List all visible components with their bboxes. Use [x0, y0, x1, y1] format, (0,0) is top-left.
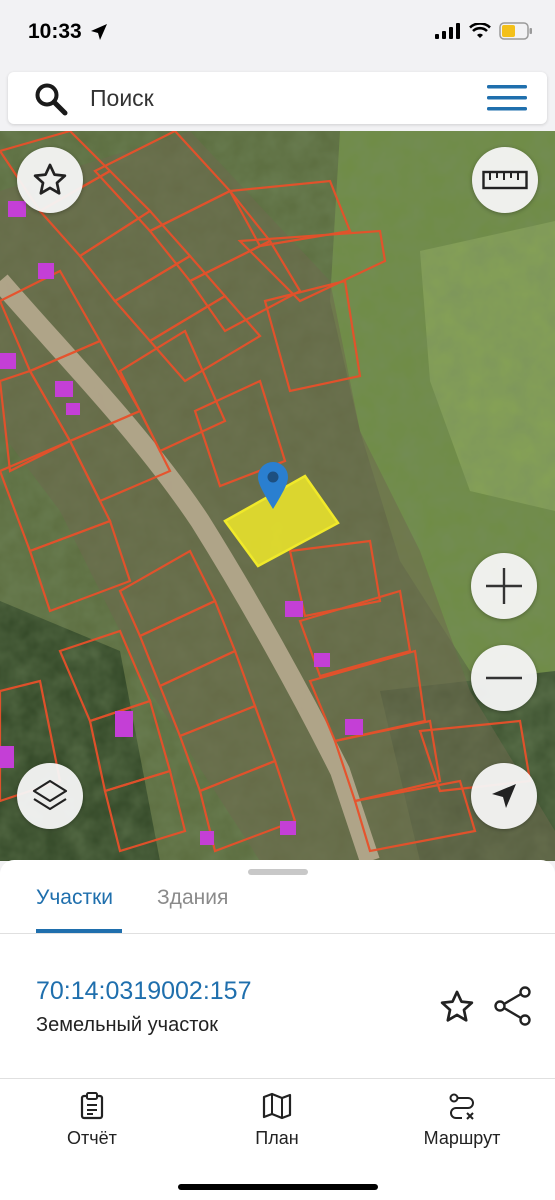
- location-arrow-icon: [91, 24, 107, 40]
- signal-icon: [435, 23, 460, 39]
- favorites-button[interactable]: [17, 147, 83, 213]
- tab-buildings[interactable]: Здания: [157, 886, 228, 910]
- share-icon[interactable]: [494, 986, 532, 1026]
- search-bar[interactable]: Поиск: [8, 72, 547, 124]
- zoom-in-button[interactable]: [471, 553, 537, 619]
- parcel-cadastral-number[interactable]: 70:14:0319002:157: [36, 977, 252, 1006]
- star-icon: [33, 163, 67, 195]
- search-input[interactable]: Поиск: [90, 85, 154, 112]
- satellite-map[interactable]: [0, 131, 555, 861]
- minus-icon: [486, 676, 522, 680]
- add-favorite-icon[interactable]: [437, 988, 477, 1026]
- status-bar: 10:33: [0, 0, 555, 66]
- nav-route[interactable]: Маршрут: [397, 1092, 527, 1149]
- navigation-arrow-icon: [492, 784, 516, 808]
- route-icon: [449, 1093, 474, 1120]
- parcel-info-sheet: Участки Здания 70:14:0319002:157 Земельн…: [0, 860, 555, 1080]
- map-view[interactable]: [0, 131, 555, 861]
- status-icons: [435, 22, 533, 40]
- nav-plan[interactable]: План: [212, 1092, 342, 1149]
- home-indicator: [178, 1184, 378, 1190]
- tab-divider: [0, 933, 555, 934]
- plus-icon: [486, 568, 522, 604]
- ruler-button[interactable]: [472, 147, 538, 213]
- ruler-icon: [482, 170, 528, 190]
- my-location-button[interactable]: [471, 763, 537, 829]
- tab-plots[interactable]: Участки: [36, 886, 113, 910]
- nav-report-label: Отчёт: [67, 1128, 117, 1148]
- zoom-out-button[interactable]: [471, 645, 537, 711]
- wifi-icon: [469, 23, 491, 38]
- parcel-type: Земельный участок: [36, 1014, 219, 1036]
- status-time: 10:33: [28, 20, 82, 43]
- clipboard-icon: [80, 1092, 104, 1120]
- search-icon: [35, 83, 68, 116]
- nav-plan-label: План: [255, 1128, 299, 1148]
- nav-report[interactable]: Отчёт: [27, 1092, 157, 1149]
- nav-route-label: Маршрут: [423, 1128, 501, 1148]
- sheet-grabber[interactable]: [248, 869, 308, 875]
- menu-icon[interactable]: [487, 84, 527, 112]
- sheet-divider: [0, 1078, 555, 1079]
- map-icon: [262, 1092, 292, 1120]
- layers-icon: [32, 779, 68, 811]
- bottom-navigation: Отчёт План Маршрут: [0, 1080, 555, 1200]
- layers-button[interactable]: [17, 763, 83, 829]
- battery-icon: [499, 22, 532, 40]
